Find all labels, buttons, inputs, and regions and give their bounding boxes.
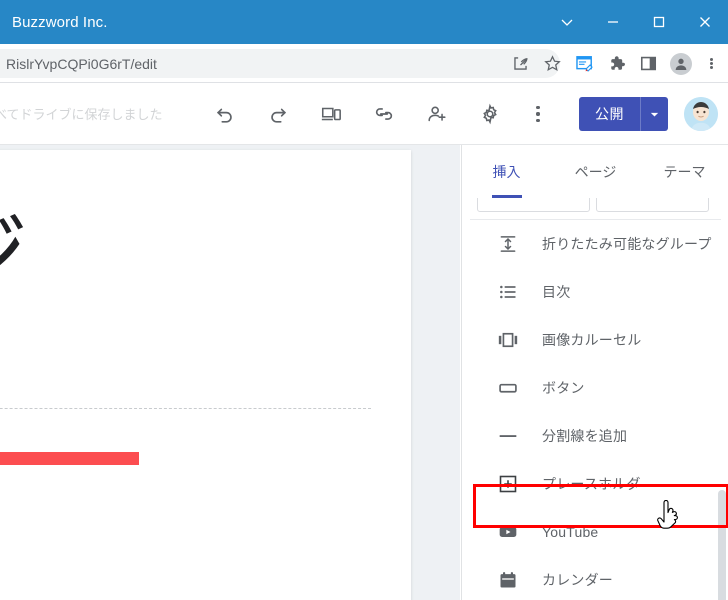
menu-item-label: 画像カルーセル bbox=[542, 332, 642, 348]
redo-button[interactable] bbox=[258, 94, 298, 134]
window-title: Buzzword Inc. bbox=[12, 13, 108, 31]
tab-insert-label: 挿入 bbox=[492, 163, 521, 180]
address-bar-text[interactable]: RislrYvpCQPi0G6rT/edit bbox=[6, 56, 157, 72]
tab-themes[interactable]: テーマ bbox=[640, 145, 728, 198]
browser-toolbar: RislrYvpCQPi0G6rT/edit bbox=[0, 44, 728, 83]
menu-item-label: 折りたたみ可能なグループ bbox=[542, 236, 712, 252]
panel-partial-button-left[interactable] bbox=[477, 198, 590, 212]
youtube-icon bbox=[496, 520, 520, 544]
calendar-icon bbox=[496, 568, 520, 592]
save-status-text: べてドライブに保存しました bbox=[0, 107, 163, 122]
menu-item-label: ボタン bbox=[542, 380, 585, 396]
panel-partial-button-right[interactable] bbox=[596, 198, 709, 212]
account-avatar[interactable] bbox=[684, 97, 718, 131]
chrome-menu-kebab-icon[interactable] bbox=[698, 48, 724, 80]
puzzle-extensions-icon[interactable] bbox=[600, 48, 632, 80]
insert-menu-list: 折りたたみ可能なグループ 目次 画像カルーセル ボタン 分割線を追加 プレースホ… bbox=[462, 220, 728, 600]
menu-item-label: 目次 bbox=[542, 284, 571, 300]
extension-editor-icon[interactable] bbox=[568, 48, 600, 80]
page-accent-bar bbox=[0, 452, 139, 465]
minimize-icon[interactable] bbox=[590, 0, 636, 44]
page-heading-glyph: ジ bbox=[0, 210, 28, 296]
menu-item-image-carousel[interactable]: 画像カルーセル bbox=[462, 316, 728, 364]
more-options-button[interactable] bbox=[523, 94, 553, 134]
menu-item-label: YouTube bbox=[542, 524, 599, 540]
share-with-others-button[interactable] bbox=[417, 94, 457, 134]
tab-pages-label: ページ bbox=[574, 163, 617, 180]
menu-item-youtube[interactable]: YouTube bbox=[462, 508, 728, 556]
window-controls bbox=[544, 0, 728, 44]
publish-button[interactable]: 公開 bbox=[579, 97, 640, 131]
menu-item-label: 分割線を追加 bbox=[542, 428, 628, 444]
publish-dropdown-caret-icon[interactable] bbox=[641, 97, 668, 131]
copy-link-button[interactable] bbox=[364, 94, 404, 134]
menu-item-table-of-contents[interactable]: 目次 bbox=[462, 268, 728, 316]
collapsible-group-icon bbox=[496, 232, 520, 256]
address-bar[interactable]: RislrYvpCQPi0G6rT/edit bbox=[0, 49, 560, 78]
settings-button[interactable] bbox=[470, 94, 510, 134]
profile-avatar-icon[interactable] bbox=[664, 48, 698, 80]
site-page[interactable]: ジ bbox=[0, 150, 411, 600]
section-divider-dashed bbox=[0, 408, 371, 409]
bookmark-star-icon[interactable] bbox=[536, 48, 568, 80]
chevron-down-icon[interactable] bbox=[544, 0, 590, 44]
side-panel-icon[interactable] bbox=[632, 48, 664, 80]
window-titlebar: Buzzword Inc. bbox=[0, 0, 728, 44]
tab-pages[interactable]: ページ bbox=[551, 145, 640, 198]
menu-item-placeholder[interactable]: プレースホルダ bbox=[462, 460, 728, 508]
share-icon[interactable] bbox=[504, 48, 536, 80]
browser-window: Buzzword Inc. RislrYvpCQPi0G6rT/edit べてド… bbox=[0, 0, 728, 600]
mouse-cursor-pointer-icon bbox=[657, 499, 685, 534]
button-icon bbox=[496, 376, 520, 400]
menu-item-label: プレースホルダ bbox=[542, 476, 641, 492]
menu-item-divider[interactable]: 分割線を追加 bbox=[462, 412, 728, 460]
tab-insert[interactable]: 挿入 bbox=[462, 145, 551, 198]
sites-toolbar: べてドライブに保存しました 公開 bbox=[0, 83, 728, 145]
menu-item-collapsible-group[interactable]: 折りたたみ可能なグループ bbox=[462, 220, 728, 268]
browser-action-icons bbox=[504, 44, 724, 83]
tab-themes-label: テーマ bbox=[663, 163, 706, 180]
panel-scrollbar-thumb[interactable] bbox=[718, 490, 726, 600]
tab-active-underline bbox=[491, 195, 522, 198]
placeholder-icon bbox=[496, 472, 520, 496]
divider-icon bbox=[496, 424, 520, 448]
image-carousel-icon bbox=[496, 328, 520, 352]
site-editor-canvas[interactable]: ジ bbox=[0, 145, 460, 600]
preview-button[interactable] bbox=[311, 94, 351, 134]
publish-button-group: 公開 bbox=[579, 97, 668, 131]
menu-item-label: カレンダー bbox=[542, 572, 613, 588]
undo-button[interactable] bbox=[205, 94, 245, 134]
panel-scrolled-button-row bbox=[462, 198, 728, 220]
table-of-contents-icon bbox=[496, 280, 520, 304]
menu-item-button[interactable]: ボタン bbox=[462, 364, 728, 412]
insert-panel: 挿入 ページ テーマ 折りたたみ可能なグループ 目次 画像カルーセル ボタン 分… bbox=[461, 145, 728, 600]
close-icon[interactable] bbox=[682, 0, 728, 44]
toolbar-icon-group bbox=[205, 83, 553, 145]
maximize-icon[interactable] bbox=[636, 0, 682, 44]
menu-item-calendar[interactable]: カレンダー bbox=[462, 556, 728, 600]
panel-tab-bar: 挿入 ページ テーマ bbox=[462, 145, 728, 198]
